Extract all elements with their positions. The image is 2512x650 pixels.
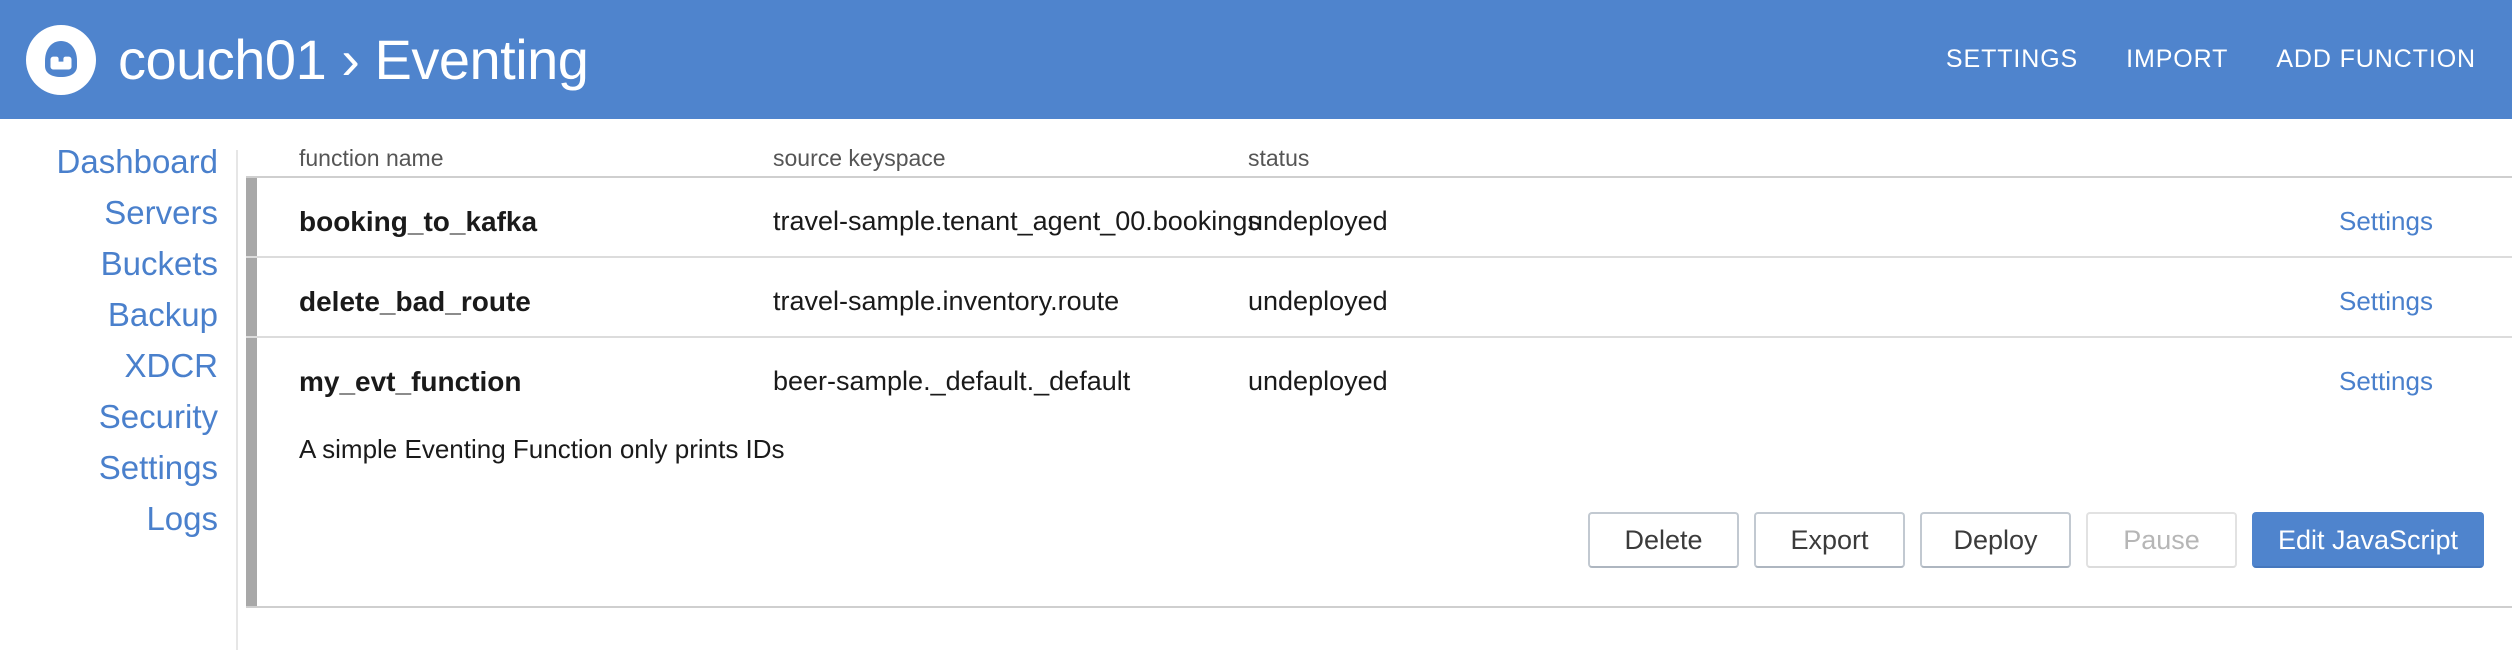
- source-keyspace-cell: travel-sample.inventory.route: [773, 286, 1120, 316]
- sidebar-item-logs[interactable]: Logs: [146, 493, 237, 544]
- source-keyspace-cell: beer-sample._default._default: [773, 366, 1131, 396]
- brand: couch01 › Eventing: [26, 24, 589, 95]
- function-description: A simple Eventing Function only prints I…: [299, 434, 785, 464]
- sidebar: Dashboard Servers Buckets Backup XDCR Se…: [0, 119, 237, 650]
- sidebar-divider: [236, 150, 238, 650]
- row-action-bar: Delete Export Deploy Pause Edit JavaScri…: [246, 512, 2484, 568]
- table-row-summary: delete_bad_route travel-sample.inventory…: [246, 258, 2512, 336]
- function-name-cell: my_evt_function: [299, 366, 522, 397]
- header-nav-settings[interactable]: SETTINGS: [1946, 45, 2078, 74]
- status-cell: undeployed: [1248, 206, 1388, 236]
- column-header-function-name: function name: [299, 145, 444, 171]
- table-row[interactable]: delete_bad_route travel-sample.inventory…: [246, 258, 2512, 338]
- export-button[interactable]: Export: [1754, 512, 1905, 568]
- sidebar-item-security[interactable]: Security: [99, 391, 237, 442]
- table-row[interactable]: my_evt_function beer-sample._default._de…: [246, 338, 2512, 606]
- table-row-summary: booking_to_kafka travel-sample.tenant_ag…: [246, 178, 2512, 256]
- status-cell: undeployed: [1248, 286, 1388, 316]
- delete-button[interactable]: Delete: [1588, 512, 1739, 568]
- sidebar-item-settings[interactable]: Settings: [99, 442, 237, 493]
- app-header: couch01 › Eventing SETTINGS IMPORT ADD F…: [0, 0, 2512, 119]
- sidebar-item-servers[interactable]: Servers: [104, 187, 237, 238]
- couchbase-logo-icon: [26, 24, 96, 95]
- sidebar-item-dashboard[interactable]: Dashboard: [57, 136, 237, 187]
- function-name-cell: booking_to_kafka: [299, 206, 538, 237]
- header-nav: SETTINGS IMPORT ADD FUNCTION: [1946, 45, 2476, 74]
- functions-table: booking_to_kafka travel-sample.tenant_ag…: [246, 176, 2512, 608]
- pause-button: Pause: [2086, 512, 2237, 568]
- page-title: couch01 › Eventing: [118, 27, 589, 91]
- table-row[interactable]: booking_to_kafka travel-sample.tenant_ag…: [246, 178, 2512, 258]
- edit-javascript-button[interactable]: Edit JavaScript: [2252, 512, 2484, 568]
- deploy-button[interactable]: Deploy: [1920, 512, 2071, 568]
- column-header-status: status: [1248, 145, 1310, 171]
- row-settings-link[interactable]: Settings: [2339, 366, 2433, 397]
- header-nav-import[interactable]: IMPORT: [2126, 45, 2228, 74]
- table-row-summary: my_evt_function beer-sample._default._de…: [246, 338, 2512, 416]
- row-settings-link[interactable]: Settings: [2339, 286, 2433, 317]
- table-column-headers: function name source keyspace status: [246, 119, 2512, 175]
- row-settings-link[interactable]: Settings: [2339, 206, 2433, 237]
- function-name-cell: delete_bad_route: [299, 286, 531, 317]
- body-area: Dashboard Servers Buckets Backup XDCR Se…: [0, 119, 2512, 650]
- sidebar-item-xdcr[interactable]: XDCR: [124, 340, 237, 391]
- column-header-source-keyspace: source keyspace: [773, 145, 946, 171]
- eventing-functions-panel: function name source keyspace status boo…: [246, 119, 2512, 650]
- header-nav-add-function[interactable]: ADD FUNCTION: [2276, 45, 2476, 74]
- sidebar-item-buckets[interactable]: Buckets: [101, 238, 237, 289]
- status-cell: undeployed: [1248, 366, 1388, 396]
- source-keyspace-cell: travel-sample.tenant_agent_00.bookings: [773, 206, 1261, 236]
- sidebar-item-backup[interactable]: Backup: [108, 289, 237, 340]
